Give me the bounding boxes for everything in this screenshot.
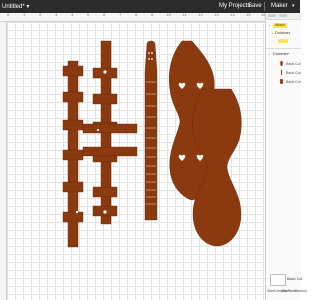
ruler-tick: 7 — [119, 14, 122, 18]
project-title-text: Untitled* — [2, 4, 25, 10]
layer-actions: Slice Combine Attach Flatten Contour — [267, 288, 307, 298]
layer-group-tag — [278, 39, 288, 43]
chevron-down-icon[interactable]: ⌄ — [268, 23, 271, 27]
body-shape-icon — [279, 79, 284, 84]
tuner-hole — [151, 58, 153, 60]
ruler-tick: 1 — [23, 14, 26, 18]
ruler-tick: 4 — [71, 14, 74, 18]
ruler-tick: 15 — [246, 14, 251, 18]
peghead-shape-icon — [279, 61, 284, 66]
chevron-down-icon[interactable]: ⌄ — [271, 31, 274, 35]
fretboard-shape-icon — [281, 70, 283, 75]
machine-select[interactable]: Maker — [271, 3, 288, 9]
tab-color-sync[interactable] — [279, 14, 287, 17]
top-bar: Untitled* ▾ My Projects Save Maker ▾ — [0, 0, 300, 13]
layer-group-label: Dulcimer — [275, 31, 290, 35]
contour-button[interactable]: Contour — [295, 289, 307, 293]
panel-tabs — [266, 13, 301, 20]
vertical-ruler — [0, 22, 7, 300]
peg-hole — [96, 128, 100, 132]
canvas-artwork — [62, 40, 242, 248]
fretboard-piece[interactable] — [144, 40, 158, 221]
ruler-tick: 14 — [230, 14, 235, 18]
ladder-piece-left[interactable] — [62, 60, 84, 248]
tuner-hole — [148, 58, 150, 60]
ruler-tick: 10 — [166, 14, 171, 18]
layer-group-label: Dulcimer* — [273, 52, 290, 56]
my-projects-button[interactable]: My Projects — [219, 3, 250, 9]
ruler-tick: 6 — [103, 14, 106, 18]
ruler-tick: 13 — [214, 14, 219, 18]
save-button[interactable]: Save — [248, 3, 262, 9]
chevron-down-icon[interactable]: ⌄ — [268, 52, 271, 56]
chevron-down-icon[interactable]: ▾ — [26, 4, 29, 10]
horizontal-ruler: 0 1 2 3 4 5 6 7 8 9 10 11 12 13 14 15 16 — [0, 13, 266, 22]
chevron-down-icon[interactable]: ▾ — [292, 3, 295, 9]
peg-hole — [103, 210, 107, 214]
tab-layers[interactable] — [268, 14, 276, 17]
divider — [264, 2, 265, 11]
layers-panel: ⌄ Attach ⌄ Dulcimer ⌄ Dulcimer* Basic Cu… — [265, 13, 301, 300]
ruler-tick: 11 — [182, 14, 187, 18]
attach-badge: Attach — [273, 23, 288, 28]
layer-item-label: Basic Cut — [286, 71, 301, 75]
project-title[interactable]: Untitled* ▾ — [2, 3, 29, 10]
blank-canvas-swatch[interactable] — [270, 274, 286, 286]
design-canvas[interactable] — [7, 22, 265, 300]
layer-item-label: Basic Cut — [286, 62, 301, 66]
ruler-tick: 9 — [151, 14, 154, 18]
ladder-piece-right[interactable] — [82, 40, 138, 225]
peg-hole — [103, 70, 107, 74]
layer-item-label: Basic Cut — [286, 80, 301, 84]
ruler-tick: 2 — [39, 14, 42, 18]
peg-hole — [75, 210, 79, 214]
ruler-tick: 5 — [87, 14, 90, 18]
tuner-hole — [148, 52, 150, 54]
blank-canvas-label: Basic Cut — [287, 277, 303, 281]
tuner-hole — [151, 52, 153, 54]
ruler-tick: 0 — [7, 14, 10, 18]
divider — [266, 48, 301, 49]
ruler-tick: 12 — [198, 14, 203, 18]
ruler-tick: 3 — [55, 14, 58, 18]
ruler-tick: 8 — [135, 14, 138, 18]
